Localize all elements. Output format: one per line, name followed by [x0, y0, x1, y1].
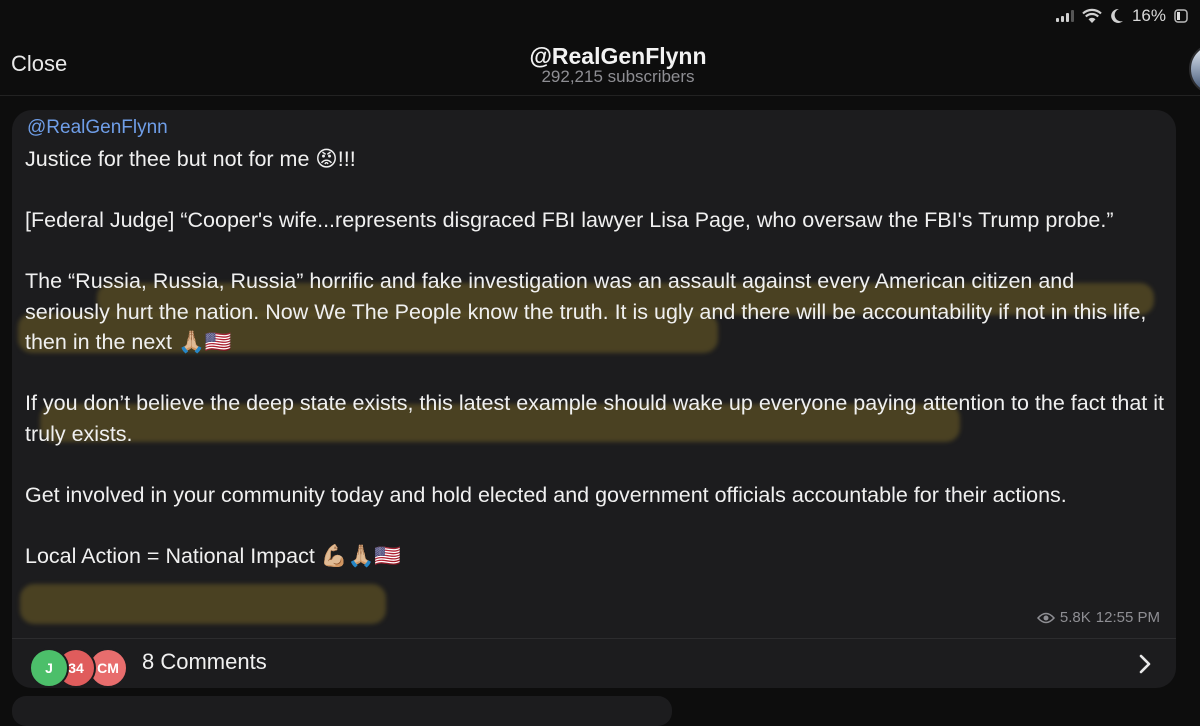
channel-header: Close @RealGenFlynn 292,215 subscribers [0, 0, 1200, 96]
view-count: 5.8K [1059, 609, 1091, 626]
channel-title: @RealGenFlynn [529, 43, 707, 69]
next-message-bubble [12, 696, 672, 726]
eye-icon [1036, 612, 1055, 623]
chevron-right-icon [1139, 654, 1151, 674]
post-time: 12:55 PM [1095, 609, 1160, 626]
post-paragraph: If you don’t believe the deep state exis… [25, 391, 1165, 446]
post-meta: 5.8K 12:55 PM [1036, 609, 1160, 626]
post-author[interactable]: @RealGenFlynn [27, 117, 168, 139]
comments-label: 8 Comments [142, 649, 267, 674]
commenter-avatar: J [29, 648, 69, 688]
post-text: Justice for thee but not for me 😡!!! [Fe… [25, 144, 1165, 602]
post-paragraph: Local Action = National Impact 💪🏼🙏🏼🇺🇸 [25, 543, 402, 568]
post-paragraph: Get involved in your community today and… [25, 482, 1067, 507]
subscriber-count: 292,215 subscribers [541, 67, 695, 86]
comments-button[interactable]: J 34 CM 8 Comments [12, 639, 1176, 688]
message-bubble: @RealGenFlynn Justice for thee but not f… [12, 110, 1176, 688]
post-paragraph: Justice for thee but not for me 😡!!! [25, 147, 356, 171]
post-paragraph: [Federal Judge] “Cooper's wife...represe… [25, 208, 1114, 232]
post-paragraph: The “Russia, Russia, Russia” horrific an… [25, 269, 1147, 354]
